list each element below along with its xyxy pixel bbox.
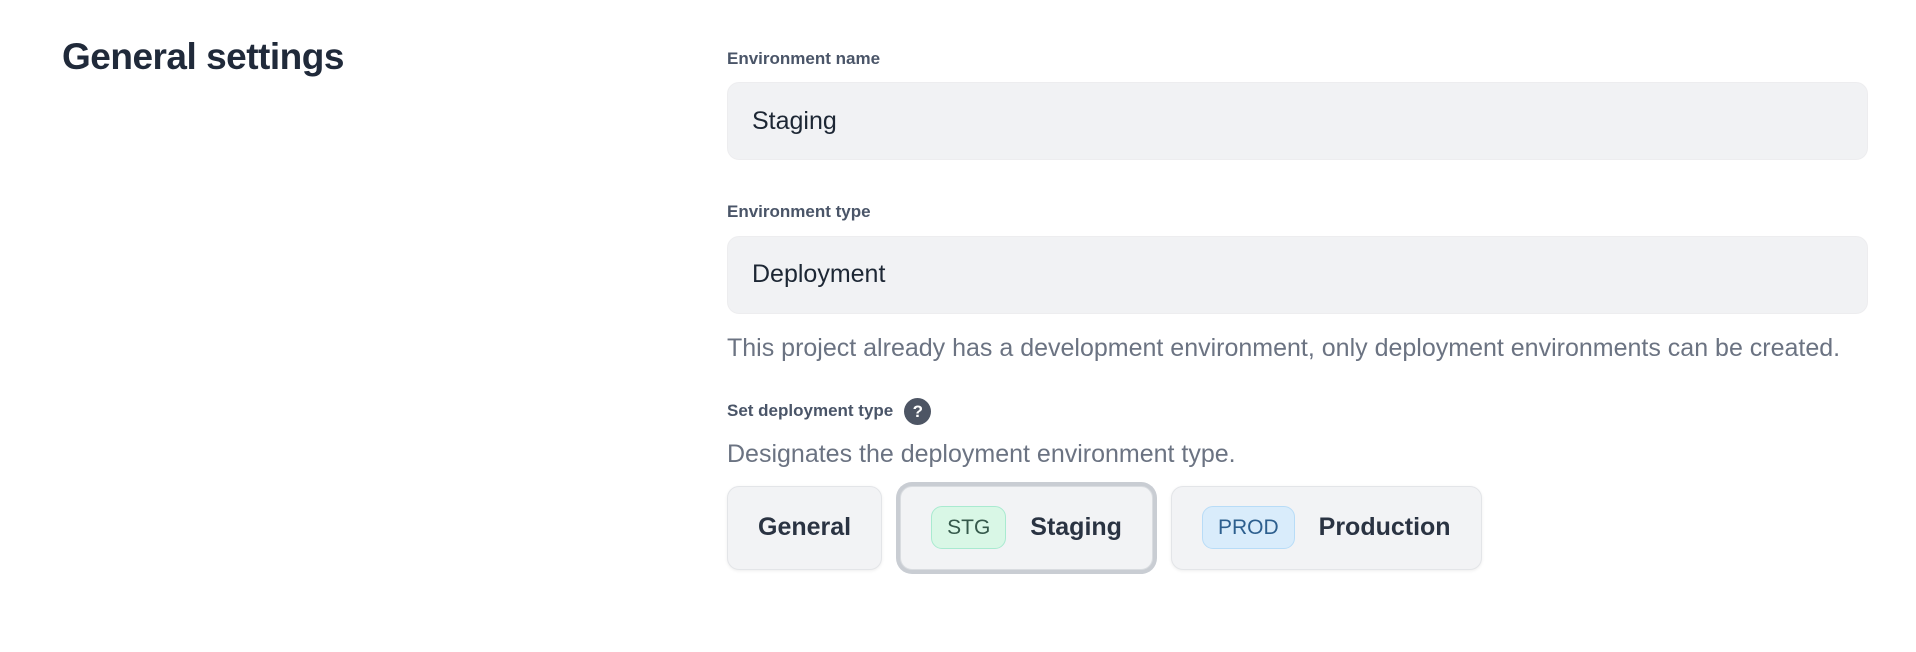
deployment-type-option-staging[interactable]: STG Staging <box>900 486 1153 570</box>
settings-heading-column: General settings <box>62 36 727 570</box>
stg-badge: STG <box>931 506 1006 549</box>
environment-name-input[interactable] <box>727 82 1868 160</box>
deployment-type-option-general[interactable]: General <box>727 486 882 570</box>
deployment-type-option-general-label: General <box>758 513 851 542</box>
deployment-type-option-production-label: Production <box>1319 513 1451 542</box>
settings-form: Environment name Environment type This p… <box>727 36 1868 570</box>
environment-type-helper-text: This project already has a development e… <box>727 328 1868 368</box>
environment-name-label: Environment name <box>727 49 1868 69</box>
deployment-type-label: Set deployment type <box>727 401 893 421</box>
environment-type-input[interactable] <box>727 236 1868 314</box>
page-title: General settings <box>62 36 727 79</box>
deployment-type-option-production[interactable]: PROD Production <box>1171 486 1482 570</box>
prod-badge: PROD <box>1202 506 1295 549</box>
deployment-type-option-staging-label: Staging <box>1030 513 1122 542</box>
question-mark-icon[interactable]: ? <box>904 398 931 425</box>
deployment-type-options: General STG Staging PROD Production <box>727 486 1868 570</box>
environment-type-label: Environment type <box>727 202 1868 222</box>
general-settings-page: General settings Environment name Enviro… <box>0 0 1916 570</box>
deployment-type-label-row: Set deployment type ? <box>727 398 1868 425</box>
deployment-type-description: Designates the deployment environment ty… <box>727 439 1868 469</box>
